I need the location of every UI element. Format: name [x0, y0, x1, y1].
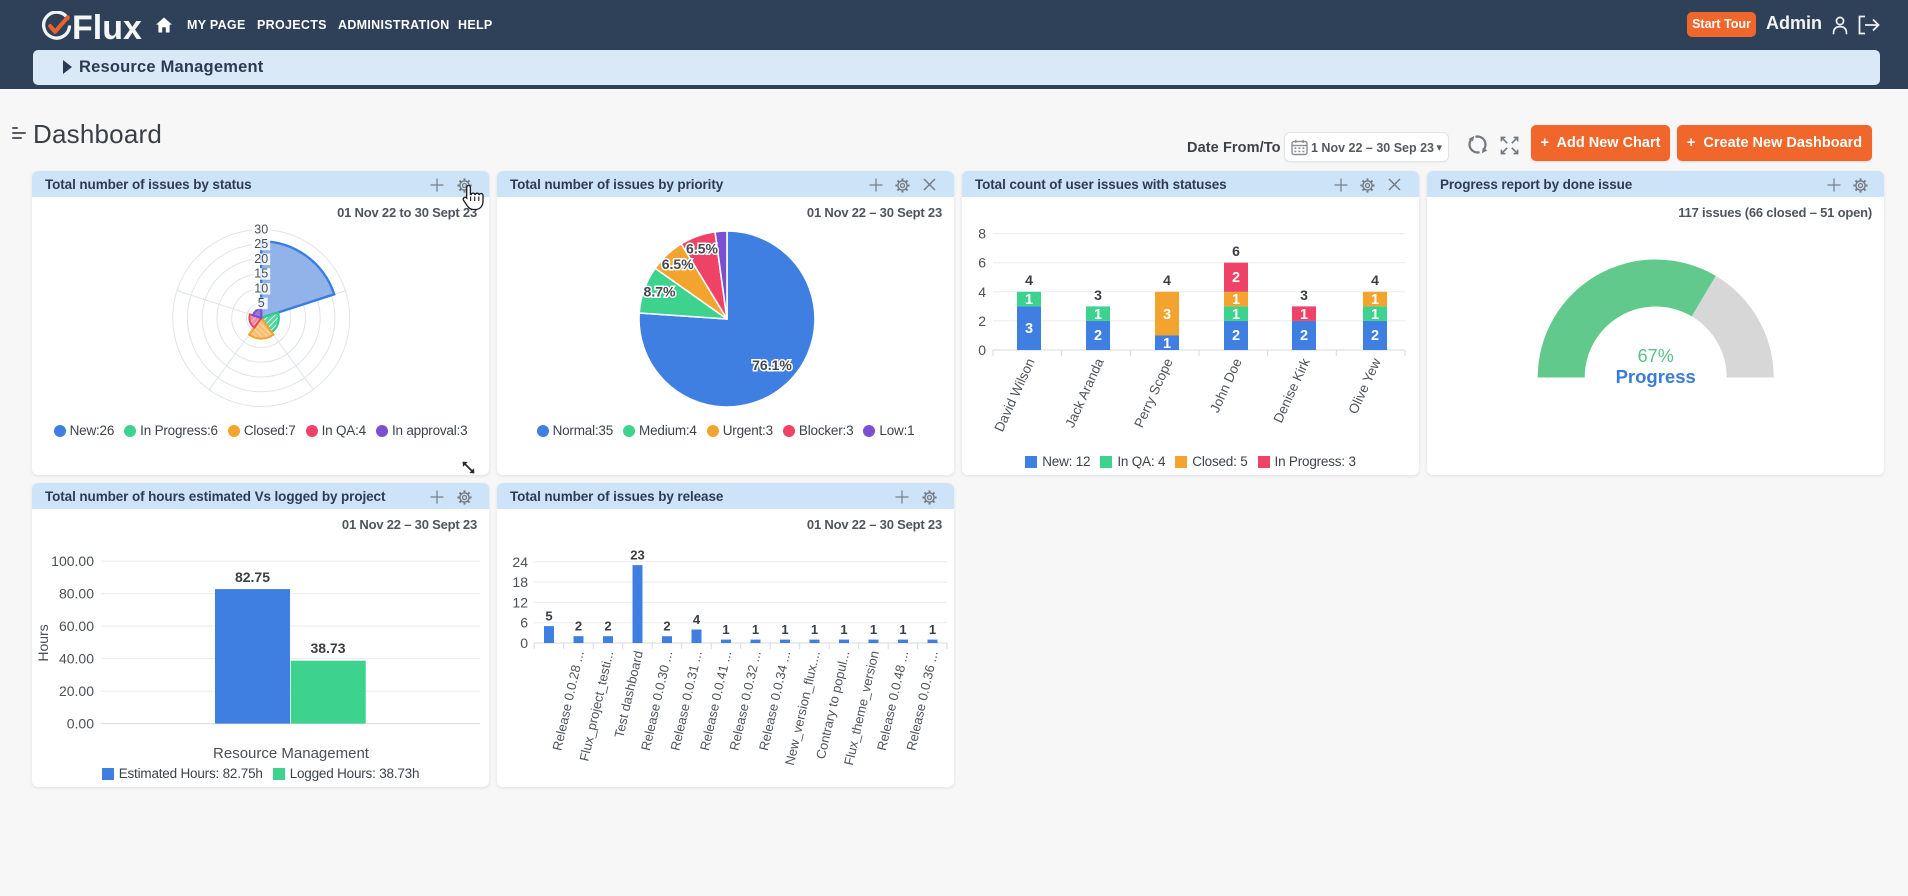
svg-text:2: 2	[1094, 328, 1102, 344]
svg-text:6.5%: 6.5%	[686, 241, 718, 257]
svg-text:Jack Aranda: Jack Aranda	[1062, 356, 1107, 430]
svg-text:Hours: Hours	[35, 624, 51, 661]
svg-text:12: 12	[512, 594, 528, 610]
svg-text:8: 8	[978, 226, 986, 242]
svg-text:1: 1	[1025, 292, 1033, 308]
svg-text:3: 3	[1300, 287, 1308, 303]
svg-text:Test dashboard: Test dashboard	[611, 649, 646, 739]
svg-text:David Wilson: David Wilson	[991, 356, 1037, 434]
svg-text:1: 1	[1371, 292, 1379, 308]
svg-text:6.5%: 6.5%	[662, 256, 694, 272]
svg-text:4: 4	[1025, 272, 1033, 288]
svg-text:2: 2	[1371, 328, 1379, 344]
svg-text:15: 15	[254, 267, 268, 281]
svg-text:3: 3	[1094, 287, 1102, 303]
svg-text:2: 2	[604, 619, 611, 634]
svg-text:0: 0	[978, 342, 986, 358]
svg-text:1: 1	[752, 622, 759, 637]
svg-text:1: 1	[899, 622, 906, 637]
svg-text:4: 4	[1163, 272, 1171, 288]
svg-text:2: 2	[575, 619, 582, 634]
svg-text:1: 1	[781, 622, 788, 637]
svg-text:20.00: 20.00	[59, 683, 94, 699]
svg-text:18: 18	[512, 574, 528, 590]
svg-text:0: 0	[520, 635, 528, 651]
svg-text:20: 20	[254, 252, 268, 266]
svg-text:Perry Scope: Perry Scope	[1131, 356, 1175, 430]
svg-text:1: 1	[870, 622, 877, 637]
svg-text:1: 1	[1371, 307, 1379, 323]
svg-text:1: 1	[1300, 307, 1308, 323]
svg-text:Denise Kirk: Denise Kirk	[1270, 356, 1312, 425]
svg-text:2: 2	[978, 313, 986, 329]
svg-text:Olive Yew: Olive Yew	[1345, 356, 1383, 416]
svg-text:10: 10	[254, 282, 268, 296]
svg-text:Release 0.0.36 ...: Release 0.0.36 ...	[903, 649, 941, 752]
svg-text:4: 4	[1371, 272, 1379, 288]
svg-text:2: 2	[1300, 328, 1308, 344]
svg-text:6: 6	[520, 615, 528, 631]
svg-text:2: 2	[1232, 328, 1240, 344]
svg-text:40.00: 40.00	[59, 651, 94, 667]
svg-text:1: 1	[1232, 307, 1240, 323]
svg-text:67%: 67%	[1638, 346, 1674, 366]
svg-text:3: 3	[1025, 321, 1033, 337]
svg-text:Progress: Progress	[1616, 366, 1696, 387]
svg-text:5: 5	[545, 609, 552, 624]
svg-text:25: 25	[254, 237, 268, 251]
svg-text:1: 1	[1163, 336, 1171, 352]
svg-text:8.7%: 8.7%	[644, 284, 676, 300]
svg-text:38.73: 38.73	[310, 640, 345, 656]
svg-text:1: 1	[811, 622, 818, 637]
svg-text:Resource Management: Resource Management	[213, 745, 370, 762]
svg-text:30: 30	[254, 223, 268, 237]
svg-text:1: 1	[929, 622, 936, 637]
svg-text:4: 4	[693, 612, 701, 627]
svg-text:1: 1	[1094, 307, 1102, 323]
svg-text:1: 1	[722, 622, 729, 637]
svg-text:80.00: 80.00	[59, 586, 94, 602]
svg-text:60.00: 60.00	[59, 618, 94, 634]
svg-text:82.75: 82.75	[235, 569, 270, 585]
svg-text:John Doe: John Doe	[1207, 356, 1245, 415]
svg-text:0.00: 0.00	[67, 716, 94, 732]
svg-text:2: 2	[1232, 270, 1240, 286]
svg-text:6: 6	[1232, 243, 1240, 259]
svg-text:3: 3	[1163, 307, 1171, 323]
svg-text:1: 1	[1232, 292, 1240, 308]
svg-text:23: 23	[630, 548, 644, 563]
svg-text:24: 24	[512, 554, 528, 570]
svg-text:1: 1	[840, 622, 847, 637]
svg-text:76.1%: 76.1%	[752, 357, 792, 373]
svg-text:2: 2	[663, 619, 670, 634]
svg-text:100.00: 100.00	[51, 553, 94, 569]
svg-text:6: 6	[978, 255, 986, 271]
svg-text:5: 5	[258, 296, 265, 310]
svg-text:4: 4	[978, 284, 986, 300]
